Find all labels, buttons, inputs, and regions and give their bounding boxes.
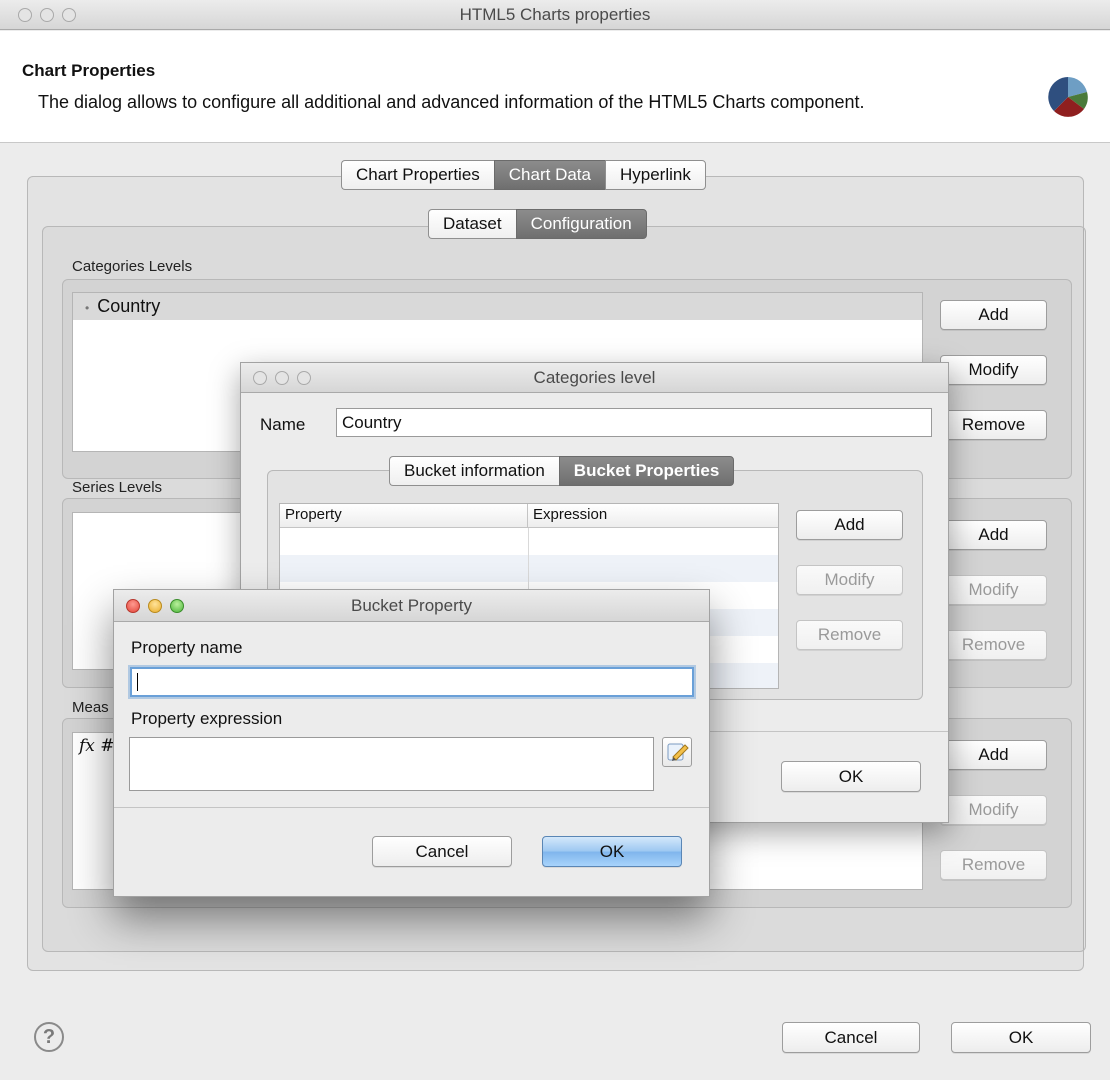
zoom-window-button[interactable] [170,598,184,613]
measures-remove-button[interactable]: Remove [940,850,1047,880]
column-header-expression[interactable]: Expression [528,504,778,527]
tab-bucket-properties[interactable]: Bucket Properties [558,456,735,486]
property-expression-input[interactable] [129,737,654,791]
function-icon: fx # [79,736,115,756]
bucket-modify-button[interactable]: Modify [796,565,903,595]
categories-dialog-title: Categories level [533,368,656,387]
sub-tabs: Dataset Configuration [428,209,647,239]
main-window-controls [18,7,76,22]
name-label: Name [260,415,306,434]
measures-add-button[interactable]: Add [940,740,1047,770]
property-expression-label: Property expression [131,709,283,728]
bucket-remove-button[interactable]: Remove [796,620,903,650]
header-panel: Chart Properties The dialog allows to co… [0,31,1110,143]
zoom-window-button[interactable] [297,370,311,385]
bullet-icon: • [85,301,90,315]
pie-chart-icon [1048,77,1088,117]
series-levels-label: Series Levels [72,479,163,496]
text-cursor [137,673,138,691]
minimize-window-button[interactable] [275,370,289,385]
help-icon[interactable]: ? [34,1022,64,1052]
bucket-property-dialog: Bucket Property Property name Property e… [113,589,710,897]
expression-builder-button[interactable] [662,737,692,767]
header-title: Chart Properties [22,61,156,80]
close-window-button[interactable] [126,598,140,613]
bucket-ok-button[interactable]: OK [542,836,682,867]
table-row[interactable] [280,528,778,555]
categories-dialog-titlebar: Categories level [241,363,948,393]
measures-modify-button[interactable]: Modify [940,795,1047,825]
bucket-cancel-button[interactable]: Cancel [372,836,512,867]
name-input[interactable]: Country [336,408,932,437]
column-header-property[interactable]: Property [280,504,528,527]
bucket-tabs: Bucket information Bucket Properties [389,456,735,486]
bucket-dialog-titlebar: Bucket Property [114,590,709,622]
table-row[interactable] [280,555,778,582]
bucket-dialog-divider [114,807,709,808]
main-tabs: Chart Properties Chart Data Hyperlink [341,160,706,190]
edit-expression-icon [667,743,689,761]
list-item[interactable]: • Country [73,293,922,320]
property-name-label: Property name [131,638,243,657]
tab-dataset[interactable]: Dataset [428,209,516,239]
close-window-button[interactable] [253,370,267,385]
categories-add-button[interactable]: Add [940,300,1047,330]
categories-dialog-controls [253,370,311,385]
tab-hyperlink[interactable]: Hyperlink [604,160,706,190]
bucket-dialog-controls [126,598,184,613]
header-description: The dialog allows to configure all addit… [38,92,865,112]
tab-configuration[interactable]: Configuration [515,209,647,239]
minimize-window-button[interactable] [40,7,54,22]
bucket-add-button[interactable]: Add [796,510,903,540]
series-add-button[interactable]: Add [940,520,1047,550]
categories-modify-button[interactable]: Modify [940,355,1047,385]
categories-levels-label: Categories Levels [72,258,193,275]
minimize-window-button[interactable] [148,598,162,613]
tab-chart-properties[interactable]: Chart Properties [341,160,494,190]
close-window-button[interactable] [18,7,32,22]
main-ok-button[interactable]: OK [951,1022,1091,1053]
categories-ok-button[interactable]: OK [781,761,921,792]
property-name-input[interactable] [130,667,694,697]
main-window-title: HTML5 Charts properties [459,5,651,24]
table-header: Property Expression [280,504,778,528]
main-cancel-button[interactable]: Cancel [782,1022,920,1053]
list-item-label: Country [97,296,161,316]
series-modify-button[interactable]: Modify [940,575,1047,605]
measures-label: Meas [72,699,109,716]
categories-remove-button[interactable]: Remove [940,410,1047,440]
main-titlebar: HTML5 Charts properties [0,0,1110,30]
bucket-dialog-title: Bucket Property [351,596,472,615]
series-remove-button[interactable]: Remove [940,630,1047,660]
tab-chart-data[interactable]: Chart Data [493,160,605,190]
tab-bucket-information[interactable]: Bucket information [389,456,559,486]
zoom-window-button[interactable] [62,7,76,22]
